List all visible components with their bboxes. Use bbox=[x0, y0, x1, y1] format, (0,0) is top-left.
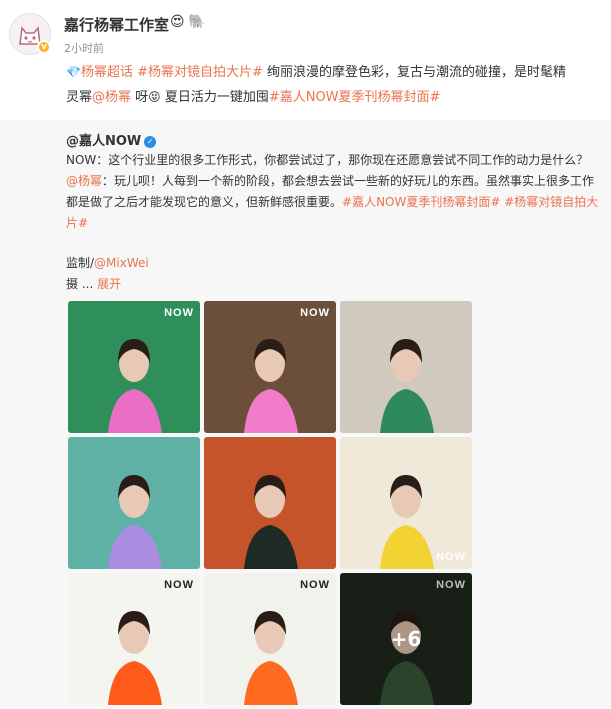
now-logo: NOW bbox=[300, 307, 330, 319]
photo-7-orange-outfit-bag[interactable]: NOW bbox=[68, 573, 200, 705]
repost-author-line: @嘉人NOW ✓ bbox=[66, 130, 157, 149]
post-text-line-1: 💎杨幂超话 #杨幂对镜自拍大片# 绚丽浪漫的摩登色彩，复古与潮流的碰撞，是时髦精 bbox=[66, 60, 606, 85]
photo-illustration bbox=[380, 475, 434, 569]
now-logo: NOW bbox=[164, 307, 194, 319]
photo-illustration bbox=[108, 339, 162, 433]
post-line2-text-0: 灵幂 bbox=[66, 90, 93, 105]
now-logo: NOW bbox=[164, 579, 194, 591]
author-name[interactable]: 嘉行杨幂工作室 bbox=[64, 14, 169, 35]
heart-eyes-emoji-icon: 😍 bbox=[170, 14, 185, 30]
repost-text-line-3: 都是做了之后才能发现它的意义，但新鲜感很重要。#嘉人NOW夏季刊杨幂封面# #杨… bbox=[66, 192, 606, 234]
verified-badge-icon: v bbox=[37, 40, 51, 54]
post-timestamp[interactable]: 2小时前 bbox=[64, 40, 104, 56]
post-line2-link-1[interactable]: @杨幂 bbox=[92, 90, 131, 105]
photo-8-orange-suit-green[interactable]: NOW bbox=[204, 573, 336, 705]
photographer-label: 摄 bbox=[66, 277, 79, 291]
repost-line2-link-0[interactable]: @杨幂 bbox=[66, 174, 102, 188]
elephant-emoji-icon: 🐘 bbox=[188, 14, 206, 30]
post-line1-link-1[interactable]: 杨幂超话 bbox=[81, 65, 133, 80]
repost-line1-text-0: NOW：这个行业里的很多工作形式，你都尝试过了，那你现在还愿意尝试不同工作的动力… bbox=[66, 153, 589, 167]
repost-text-line-2: @杨幂：玩儿呗！人每到一个新的阶段，都会想去尝试一些新的好玩儿的东西。虽然事实上… bbox=[66, 171, 606, 192]
expand-link[interactable]: 展开 bbox=[97, 277, 121, 291]
photo-4-purple-hat[interactable] bbox=[68, 437, 200, 569]
photo-3-collage[interactable] bbox=[340, 301, 472, 433]
post-line1-emoji-icon-0: 💎 bbox=[66, 65, 81, 79]
repost-body: NOW：这个行业里的很多工作形式，你都尝试过了，那你现在还愿意尝试不同工作的动力… bbox=[66, 150, 606, 234]
photo-illustration bbox=[244, 611, 298, 705]
photo-9-closeup-portrait[interactable]: NOW +6 bbox=[340, 573, 472, 705]
credit-label: 监制/ bbox=[66, 256, 95, 270]
photo-illustration bbox=[380, 339, 434, 433]
repost-line3-text-0: 都是做了之后才能发现它的意义，但新鲜感很重要。 bbox=[66, 195, 343, 209]
repost-credits: 监制/@MixWei 摄 ... 展开 bbox=[66, 253, 149, 295]
repost-card[interactable]: @嘉人NOW ✓ NOW：这个行业里的很多工作形式，你都尝试过了，那你现在还愿意尝… bbox=[0, 120, 611, 709]
now-logo: NOW bbox=[300, 579, 330, 591]
post-text-line-2: 灵幂@杨幂 呀😝 夏日活力一键加囤#嘉人NOW夏季刊杨幂封面# bbox=[66, 85, 606, 110]
more-images-count[interactable]: +6 bbox=[340, 573, 472, 705]
photo-illustration bbox=[244, 339, 298, 433]
credit-mention-link[interactable]: @MixWei bbox=[94, 256, 149, 270]
post-line2-text-4: 夏日活力一键加囤 bbox=[160, 90, 269, 105]
photo-6-yellow-dress[interactable]: NOW bbox=[340, 437, 472, 569]
repost-author-name[interactable]: @嘉人NOW bbox=[66, 134, 141, 149]
post-line1-text-4: 绚丽浪漫的摩登色彩，复古与潮流的碰撞，是时髦精 bbox=[262, 65, 567, 80]
repost-text-line-1: NOW：这个行业里的很多工作形式，你都尝试过了，那你现在还愿意尝试不同工作的动力… bbox=[66, 150, 606, 171]
photo-5-orange-fabric-bag[interactable] bbox=[204, 437, 336, 569]
post-body: 💎杨幂超话 #杨幂对镜自拍大片# 绚丽浪漫的摩登色彩，复古与潮流的碰撞，是时髦精… bbox=[66, 60, 606, 110]
post-header: v 嘉行杨幂工作室 😍 🐘 2小时前 bbox=[0, 0, 611, 56]
repost-line2-text-1: ：玩儿呗！人每到一个新的阶段，都会想去尝试一些新的好玩儿的东西。虽然事实上很多工… bbox=[102, 174, 595, 188]
post-line2-text-2: 呀 bbox=[131, 90, 149, 105]
image-gallery: NOW NOW NOW NOW NOW NOW +6 bbox=[68, 301, 472, 705]
verified-check-icon: ✓ bbox=[144, 136, 157, 148]
photo-illustration bbox=[108, 475, 162, 569]
photo-1-pink-sweater-portrait[interactable]: NOW bbox=[68, 301, 200, 433]
now-logo: NOW bbox=[436, 551, 466, 563]
photo-illustration bbox=[108, 611, 162, 705]
post-line1-link-3[interactable]: #杨幂对镜自拍大片# bbox=[137, 65, 263, 80]
expand-ellipsis: ... bbox=[81, 277, 94, 291]
post-line2-emoji-icon-3: 😝 bbox=[148, 90, 161, 104]
photo-illustration bbox=[244, 475, 298, 569]
repost-line3-link-1[interactable]: #嘉人NOW夏季刊杨幂封面# bbox=[342, 195, 500, 209]
photo-2-pink-dress-ladder[interactable]: NOW bbox=[204, 301, 336, 433]
post-line2-link-5[interactable]: #嘉人NOW夏季刊杨幂封面# bbox=[269, 90, 441, 105]
